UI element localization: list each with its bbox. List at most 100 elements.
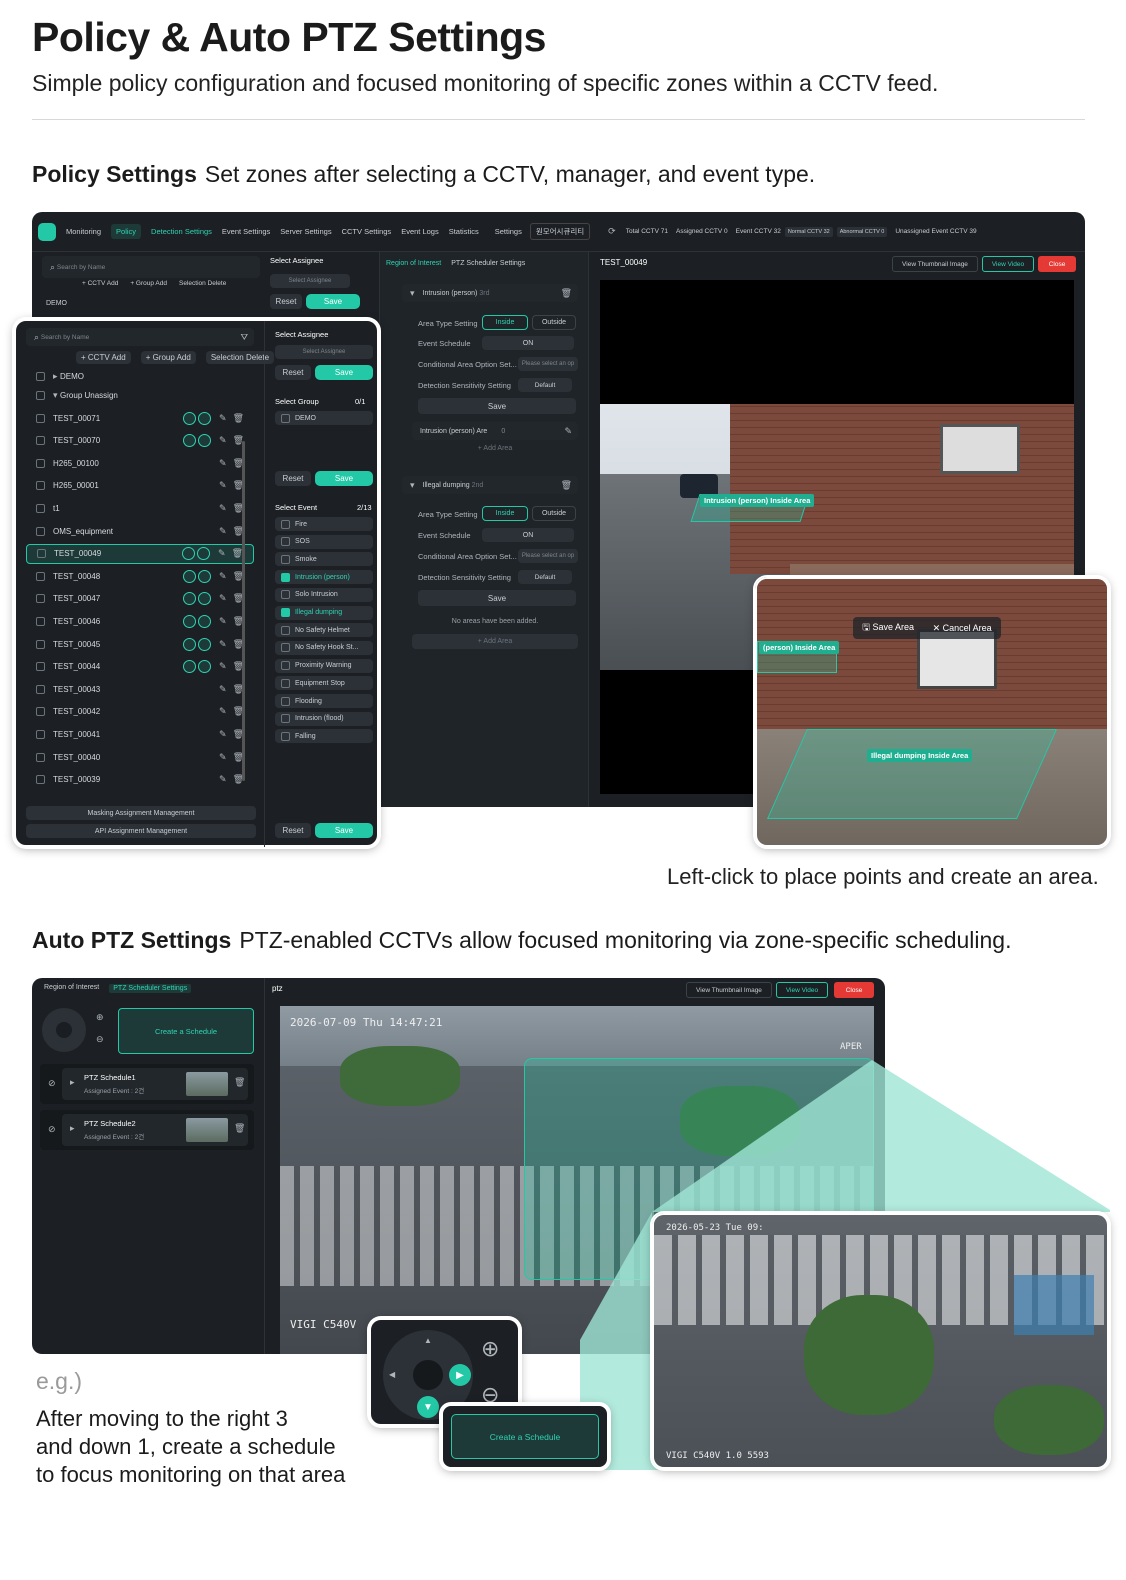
table-row[interactable]: TEST_00047 ✎ 🗑 bbox=[26, 589, 254, 609]
event-option[interactable]: SOS bbox=[275, 534, 373, 549]
event-option[interactable]: No Safety Hook St... bbox=[275, 640, 373, 655]
checkbox[interactable] bbox=[36, 616, 45, 626]
chevron-right-icon[interactable]: ▸ bbox=[70, 1077, 75, 1088]
nav-detection-settings[interactable]: Detection Settings bbox=[151, 227, 212, 236]
bg-reset-button[interactable]: Reset bbox=[270, 294, 302, 309]
table-row[interactable]: TEST_00046 ✎ 🗑 bbox=[26, 611, 254, 631]
edit-icon[interactable]: ✎ bbox=[219, 413, 227, 424]
assignee-select[interactable]: Select Assignee bbox=[275, 345, 373, 359]
bg-demo[interactable]: DEMO bbox=[46, 300, 67, 307]
nav-event-settings[interactable]: Event Settings bbox=[222, 227, 270, 236]
tab-region-of-interest[interactable]: Region of Interest bbox=[386, 260, 441, 267]
edit-icon[interactable]: ✎ bbox=[218, 548, 226, 559]
checkbox[interactable] bbox=[281, 661, 290, 671]
event-reset-button[interactable]: Reset bbox=[275, 823, 311, 838]
eye-off-icon[interactable]: ⊘ bbox=[48, 1124, 56, 1135]
checkbox[interactable] bbox=[36, 639, 45, 649]
trash-icon[interactable]: 🗑 bbox=[233, 413, 244, 424]
sens-select-2[interactable]: Default bbox=[518, 570, 572, 584]
checkbox[interactable] bbox=[281, 731, 290, 741]
ptz-joystick-small[interactable] bbox=[42, 1008, 86, 1052]
ptz-close-button[interactable]: Close bbox=[834, 982, 874, 998]
chevron-right-icon[interactable]: ▸ bbox=[70, 1123, 75, 1134]
event-option[interactable]: Fire bbox=[275, 517, 373, 531]
table-row[interactable]: TEST_00045 ✎ 🗑 bbox=[26, 634, 254, 654]
sens-select[interactable]: Default bbox=[518, 378, 572, 392]
zoom-in-icon[interactable]: ⊕ bbox=[96, 1012, 104, 1023]
bg-assignee-select[interactable]: Select Assignee bbox=[270, 274, 350, 288]
table-row[interactable]: TEST_00041 ✎ 🗑 bbox=[26, 724, 254, 744]
edit-icon[interactable]: ✎ bbox=[219, 503, 227, 514]
checkbox[interactable] bbox=[36, 571, 45, 581]
bg-search[interactable]: ⌕ Search by Name bbox=[42, 256, 260, 278]
table-row[interactable]: TEST_00071 ✎ 🗑 bbox=[26, 408, 254, 428]
table-row[interactable]: TEST_00070 ✎ 🗑 bbox=[26, 431, 254, 451]
arrow-right-icon[interactable]: ▶ bbox=[449, 1364, 471, 1386]
intrusion-header[interactable]: ▾ Intrusion (person) 3rd 🗑 bbox=[402, 284, 578, 302]
table-row[interactable]: H265_00001 ✎ 🗑 bbox=[26, 476, 254, 496]
nav-settings[interactable]: Settings bbox=[495, 227, 522, 236]
checkbox[interactable] bbox=[37, 549, 46, 559]
edit-icon[interactable]: ✎ bbox=[219, 706, 227, 717]
cond-select-2[interactable]: Please select an op bbox=[518, 549, 578, 563]
inside-toggle[interactable]: Inside bbox=[482, 315, 528, 330]
dumping-header[interactable]: ▾ Illegal dumping 2nd 🗑 bbox=[402, 476, 578, 494]
nav-event-logs[interactable]: Event Logs bbox=[401, 227, 439, 236]
group-add-button[interactable]: + Group Add bbox=[140, 351, 196, 364]
checkbox[interactable] bbox=[281, 572, 290, 582]
event-option[interactable]: No Safety Helmet bbox=[275, 623, 373, 638]
group-option-demo[interactable]: DEMO bbox=[275, 411, 373, 425]
edit-icon[interactable]: ✎ bbox=[219, 593, 227, 604]
table-row[interactable]: t1 ✎ 🗑 bbox=[26, 498, 254, 518]
assignee-reset-button[interactable]: Reset bbox=[275, 365, 311, 380]
checkbox[interactable] bbox=[36, 413, 45, 423]
search-input[interactable]: ⌕ Search by Name ⛛ bbox=[26, 328, 254, 346]
ptz-tab-scheduler[interactable]: PTZ Scheduler Settings bbox=[109, 984, 192, 993]
table-row[interactable]: TEST_00048 ✎ 🗑 bbox=[26, 566, 254, 586]
view-video-button[interactable]: View Video bbox=[982, 256, 1034, 272]
nav-server-settings[interactable]: Server Settings bbox=[280, 227, 331, 236]
group-unassign[interactable]: ▾ Group Unassign bbox=[26, 385, 254, 405]
table-row[interactable]: TEST_00042 ✎ 🗑 bbox=[26, 702, 254, 722]
bg-cctv-add[interactable]: + CCTV Add bbox=[82, 280, 118, 287]
zoom-out-icon[interactable]: ⊖ bbox=[96, 1034, 104, 1045]
checkbox[interactable] bbox=[281, 696, 290, 706]
event-option[interactable]: Proximity Warning bbox=[275, 658, 373, 673]
checkbox[interactable] bbox=[36, 481, 45, 491]
edit-icon[interactable]: ✎ bbox=[219, 480, 227, 491]
bg-selection-delete[interactable]: Selection Delete bbox=[179, 280, 226, 287]
trash-icon[interactable]: 🗑 bbox=[561, 288, 572, 299]
checkbox[interactable] bbox=[36, 371, 45, 381]
add-area-button[interactable]: + Add Area bbox=[412, 445, 578, 452]
assignee-save-button[interactable]: Save bbox=[315, 365, 373, 380]
event-option[interactable]: Flooding bbox=[275, 694, 373, 708]
checkbox[interactable] bbox=[281, 519, 290, 529]
checkbox[interactable] bbox=[281, 714, 290, 724]
nav-monitoring[interactable]: Monitoring bbox=[66, 227, 101, 236]
event-option[interactable]: Equipment Stop bbox=[275, 676, 373, 691]
schedule-select-2[interactable]: ON bbox=[482, 528, 574, 542]
dumping-save-button[interactable]: Save bbox=[418, 590, 576, 606]
checkbox[interactable] bbox=[36, 503, 45, 513]
save-area-button[interactable]: 🖫 Save Area bbox=[862, 620, 914, 636]
arrow-up-icon[interactable]: ▲ bbox=[424, 1336, 432, 1345]
ptz-zoomed-frame[interactable]: 2026-05-23 Tue 09: VIGI C540V 1.0 5593 bbox=[652, 1213, 1109, 1469]
nav-company[interactable]: 원모어시큐리티 bbox=[529, 223, 591, 240]
refresh-icon[interactable]: ⟳ bbox=[608, 226, 616, 237]
nav-statistics[interactable]: Statistics bbox=[449, 227, 479, 236]
cancel-area-button[interactable]: ✕ Cancel Area bbox=[933, 623, 992, 634]
checkbox[interactable] bbox=[36, 729, 45, 739]
bg-save-button[interactable]: Save bbox=[306, 294, 360, 309]
create-schedule-button-zoomed[interactable]: Create a Schedule bbox=[451, 1414, 599, 1459]
edit-icon[interactable]: ✎ bbox=[219, 684, 227, 695]
arrow-down-icon[interactable]: ▼ bbox=[417, 1396, 439, 1418]
checkbox[interactable] bbox=[36, 684, 45, 694]
group-reset-button[interactable]: Reset bbox=[275, 471, 311, 486]
create-schedule-button[interactable]: Create a Schedule bbox=[118, 1008, 254, 1054]
checkbox[interactable] bbox=[281, 625, 290, 635]
trash-icon[interactable]: 🗑 bbox=[234, 1123, 245, 1134]
event-save-button[interactable]: Save bbox=[315, 823, 373, 838]
schedule-item[interactable]: ⊘ ▸ PTZ Schedule2 Assigned Event : 2건 🗑 bbox=[40, 1110, 254, 1150]
event-option[interactable]: Intrusion (person) bbox=[275, 570, 373, 585]
view-thumbnail-button[interactable]: View Thumbnail Image bbox=[892, 256, 978, 272]
